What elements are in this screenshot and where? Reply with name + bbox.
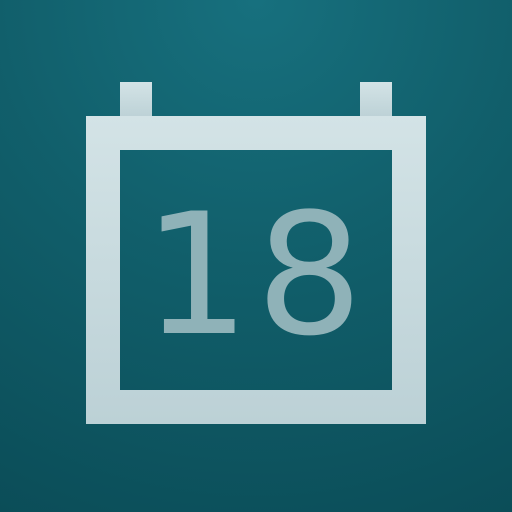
left-ring — [120, 82, 152, 118]
calendar-app-icon[interactable]: 18 — [0, 0, 512, 512]
right-ring — [360, 82, 392, 118]
calendar-day-number: 18 — [143, 177, 369, 373]
